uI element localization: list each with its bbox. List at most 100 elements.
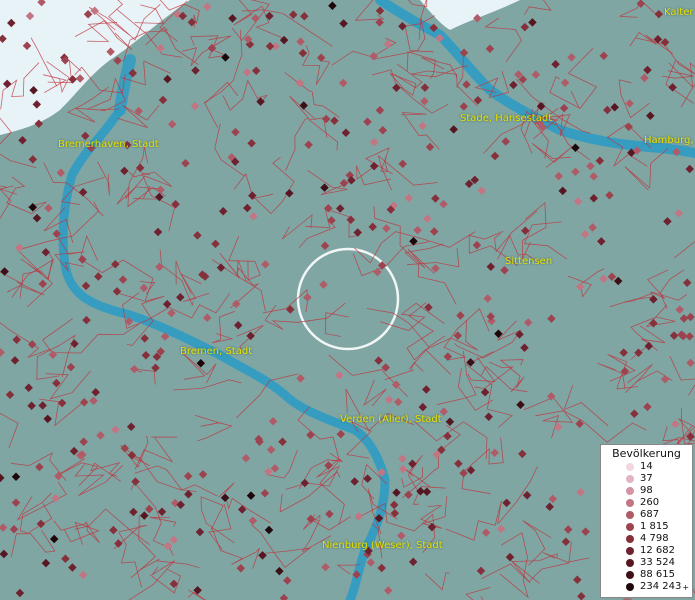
municipality-marker[interactable] bbox=[398, 454, 407, 464]
municipality-marker[interactable] bbox=[38, 279, 48, 289]
municipality-marker[interactable] bbox=[113, 56, 122, 65]
municipality-marker[interactable] bbox=[382, 224, 391, 233]
municipality-marker[interactable] bbox=[516, 400, 525, 410]
municipality-marker[interactable] bbox=[425, 142, 435, 152]
municipality-marker[interactable] bbox=[338, 78, 348, 88]
municipality-marker[interactable] bbox=[408, 557, 418, 567]
municipality-marker[interactable] bbox=[551, 60, 560, 69]
municipality-marker[interactable] bbox=[171, 200, 180, 209]
municipality-marker[interactable] bbox=[320, 241, 330, 251]
municipality-marker[interactable] bbox=[427, 522, 437, 532]
municipality-marker[interactable] bbox=[501, 137, 510, 146]
municipality-marker[interactable] bbox=[241, 454, 251, 463]
municipality-marker[interactable] bbox=[654, 9, 664, 19]
municipality-marker[interactable] bbox=[41, 247, 51, 257]
municipality-marker[interactable] bbox=[289, 10, 298, 19]
municipality-marker[interactable] bbox=[139, 283, 149, 293]
municipality-marker[interactable] bbox=[515, 330, 524, 339]
municipality-marker[interactable] bbox=[660, 38, 670, 47]
municipality-marker[interactable] bbox=[575, 282, 585, 291]
municipality-marker[interactable] bbox=[341, 128, 351, 137]
municipality-marker[interactable] bbox=[599, 274, 608, 284]
municipality-marker[interactable] bbox=[285, 188, 294, 198]
municipality-marker[interactable] bbox=[607, 272, 617, 281]
municipality-marker[interactable] bbox=[181, 159, 190, 168]
municipality-marker[interactable] bbox=[462, 80, 471, 89]
municipality-marker[interactable] bbox=[625, 99, 634, 108]
municipality-marker[interactable] bbox=[18, 136, 27, 145]
municipality-marker[interactable] bbox=[15, 243, 24, 253]
municipality-marker[interactable] bbox=[369, 137, 379, 147]
municipality-marker[interactable] bbox=[429, 227, 439, 236]
municipality-marker[interactable] bbox=[78, 570, 88, 580]
municipality-marker[interactable] bbox=[439, 199, 448, 209]
municipality-marker[interactable] bbox=[0, 267, 9, 276]
municipality-marker[interactable] bbox=[129, 507, 138, 517]
municipality-marker[interactable] bbox=[134, 106, 143, 116]
municipality-marker[interactable] bbox=[674, 209, 684, 218]
municipality-marker[interactable] bbox=[49, 534, 59, 544]
municipality-marker[interactable] bbox=[114, 539, 123, 548]
municipality-marker[interactable] bbox=[156, 185, 165, 195]
municipality-marker[interactable] bbox=[644, 341, 654, 351]
municipality-marker[interactable] bbox=[94, 272, 103, 281]
municipality-marker[interactable] bbox=[422, 487, 432, 496]
municipality-marker[interactable] bbox=[144, 504, 154, 514]
municipality-marker[interactable] bbox=[236, 564, 246, 573]
municipality-marker[interactable] bbox=[109, 525, 118, 535]
municipality-marker[interactable] bbox=[586, 161, 595, 171]
municipality-marker[interactable] bbox=[81, 281, 91, 291]
municipality-marker[interactable] bbox=[558, 186, 567, 196]
municipality-marker[interactable] bbox=[140, 511, 149, 520]
municipality-marker[interactable] bbox=[316, 53, 326, 62]
municipality-marker[interactable] bbox=[155, 262, 164, 272]
municipality-marker[interactable] bbox=[563, 525, 573, 534]
municipality-marker[interactable] bbox=[111, 425, 120, 435]
municipality-marker[interactable] bbox=[404, 490, 413, 500]
municipality-marker[interactable] bbox=[169, 535, 179, 545]
municipality-marker[interactable] bbox=[472, 240, 482, 250]
municipality-marker[interactable] bbox=[237, 505, 247, 514]
municipality-marker[interactable] bbox=[423, 214, 432, 224]
municipality-marker[interactable] bbox=[500, 265, 509, 275]
municipality-marker[interactable] bbox=[554, 171, 563, 181]
municipality-marker[interactable] bbox=[477, 186, 486, 195]
municipality-marker[interactable] bbox=[48, 350, 58, 359]
municipality-marker[interactable] bbox=[321, 114, 331, 124]
municipality-marker[interactable] bbox=[377, 563, 386, 573]
municipality-marker[interactable] bbox=[350, 477, 359, 486]
municipality-marker[interactable] bbox=[69, 446, 79, 456]
municipality-marker[interactable] bbox=[363, 117, 372, 126]
municipality-marker[interactable] bbox=[283, 576, 292, 585]
municipality-marker[interactable] bbox=[258, 551, 267, 560]
municipality-marker[interactable] bbox=[449, 125, 458, 134]
municipality-marker[interactable] bbox=[630, 409, 639, 418]
municipality-marker[interactable] bbox=[216, 263, 226, 272]
municipality-marker[interactable] bbox=[57, 398, 67, 408]
municipality-marker[interactable] bbox=[24, 383, 33, 393]
municipality-marker[interactable] bbox=[588, 223, 597, 232]
municipality-marker[interactable] bbox=[476, 566, 486, 576]
municipality-marker[interactable] bbox=[300, 478, 310, 488]
municipality-marker[interactable] bbox=[265, 11, 274, 21]
municipality-marker[interactable] bbox=[324, 461, 333, 470]
municipality-marker[interactable] bbox=[640, 73, 649, 83]
municipality-marker[interactable] bbox=[369, 51, 378, 61]
municipality-marker[interactable] bbox=[41, 558, 51, 568]
municipality-marker[interactable] bbox=[130, 364, 139, 374]
municipality-marker[interactable] bbox=[299, 101, 308, 110]
municipality-marker[interactable] bbox=[366, 558, 376, 567]
municipality-marker[interactable] bbox=[685, 164, 694, 174]
municipality-marker[interactable] bbox=[321, 562, 330, 572]
municipality-marker[interactable] bbox=[490, 151, 500, 161]
municipality-marker[interactable] bbox=[190, 101, 200, 111]
municipality-marker[interactable] bbox=[518, 449, 527, 459]
municipality-marker[interactable] bbox=[595, 156, 605, 165]
municipality-marker[interactable] bbox=[643, 65, 652, 75]
municipality-marker[interactable] bbox=[319, 280, 328, 289]
municipality-marker[interactable] bbox=[353, 228, 362, 237]
municipality-marker[interactable] bbox=[211, 239, 220, 249]
municipality-marker[interactable] bbox=[520, 343, 529, 353]
municipality-marker[interactable] bbox=[191, 66, 200, 75]
municipality-marker[interactable] bbox=[266, 445, 276, 455]
